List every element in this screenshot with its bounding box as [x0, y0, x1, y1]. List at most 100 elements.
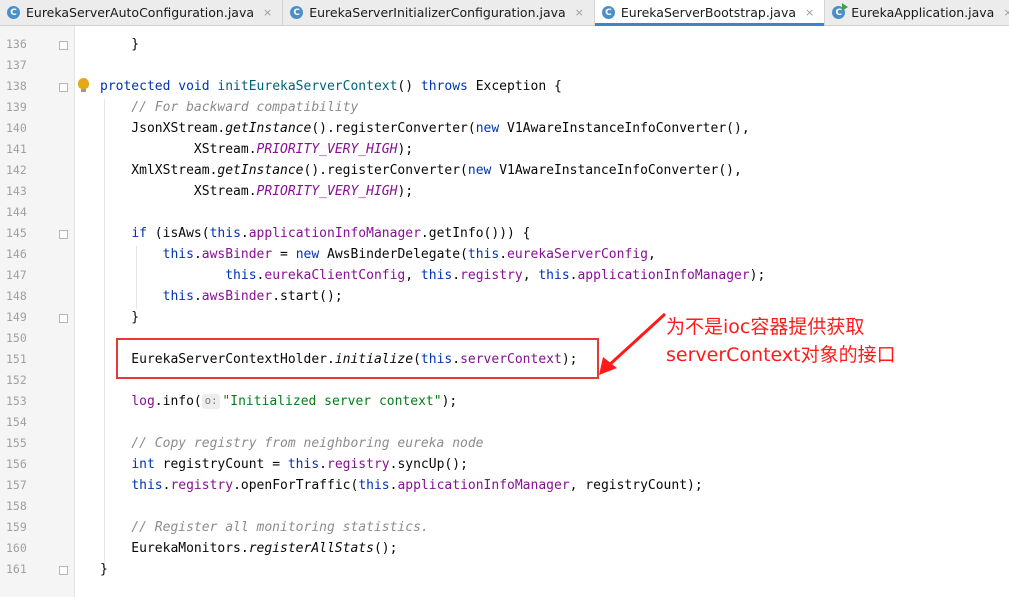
close-tab-icon[interactable]: ×: [805, 6, 814, 19]
code-token: EurekaMonitors.: [100, 541, 249, 556]
code-token: XStream.: [100, 142, 257, 157]
code-token: this: [467, 247, 500, 262]
code-token: // Register all monitoring statistics.: [100, 520, 429, 535]
code-token: if: [131, 226, 155, 241]
line-number: 139: [6, 100, 27, 114]
code-token: applicationInfoManager: [577, 268, 750, 283]
code-line: this.awsBinder.start();: [100, 286, 343, 307]
fold-marker-icon[interactable]: [59, 230, 68, 239]
line-number: 149: [6, 310, 27, 324]
code-token: registerAllStats: [248, 541, 374, 556]
code-token: this: [225, 268, 257, 283]
code-token: ();: [373, 541, 398, 556]
close-tab-icon[interactable]: ×: [263, 6, 272, 19]
code-token: XStream.: [100, 184, 257, 199]
code-token: new: [475, 121, 508, 136]
annotation-text-line1: 为不是ioc容器提供获取: [666, 316, 865, 338]
code-token: this: [209, 226, 241, 241]
code-token: getInstance: [225, 121, 312, 136]
code-token: this: [162, 289, 194, 304]
line-number: 138: [6, 79, 27, 93]
fold-marker-icon[interactable]: [59, 314, 68, 323]
line-number: 151: [6, 352, 27, 366]
editor-tab-bar: C EurekaServerAutoConfiguration.java × C Eur…: [0, 0, 1009, 26]
code-token: protected void: [100, 79, 218, 94]
line-number: 156: [6, 457, 27, 471]
editor-tab[interactable]: C EurekaServerBootstrap.java ×: [594, 0, 826, 26]
code-token: this: [162, 247, 194, 262]
code-token: new: [467, 163, 500, 178]
editor-tab-label: EurekaServerBootstrap.java: [620, 5, 797, 20]
intention-bulb-icon[interactable]: [78, 78, 89, 92]
code-token: eurekaClientConfig: [264, 268, 406, 283]
code-token: }: [100, 310, 140, 325]
line-number: 137: [6, 58, 27, 72]
code-line: log.info(o: "Initialized server context")…: [100, 391, 457, 412]
line-number: 154: [6, 415, 27, 429]
line-number: 141: [6, 142, 27, 156]
line-number: 148: [6, 289, 27, 303]
code-token: );: [749, 268, 766, 283]
code-line: }: [100, 559, 108, 580]
close-tab-icon[interactable]: ×: [1003, 6, 1009, 19]
code-line: // For backward compatibility: [100, 97, 358, 118]
line-number: 159: [6, 520, 27, 534]
annotation-text-line2: serverContext对象的接口: [666, 344, 896, 366]
code-token: .: [193, 289, 202, 304]
code-line: XmlXStream.getInstance().registerConvert…: [100, 160, 742, 181]
code-line: EurekaMonitors.registerAllStats();: [100, 538, 397, 559]
code-line: }: [100, 34, 139, 55]
code-token: new: [295, 247, 328, 262]
code-token: ().registerConverter(: [303, 163, 468, 178]
code-token: ,: [647, 247, 656, 262]
code-token: Exception {: [475, 79, 562, 94]
close-tab-icon[interactable]: ×: [575, 6, 584, 19]
line-number-gutter: 136 137 138 139 140 141 142 143 144 145 146 147 148 1…: [0, 26, 75, 597]
java-run-class-icon: C: [832, 3, 849, 19]
line-number: 152: [6, 373, 27, 387]
code-token: }: [100, 562, 108, 577]
java-class-icon: C: [7, 6, 20, 19]
code-token: (): [397, 79, 421, 94]
code-line: JsonXStream.getInstance().registerConver…: [100, 118, 749, 139]
line-number: 155: [6, 436, 27, 450]
code-token: .: [452, 268, 461, 283]
code-token: .: [499, 247, 508, 262]
code-line: }: [100, 307, 139, 328]
code-token: registry: [170, 478, 234, 493]
code-token: .openForTraffic(: [233, 478, 359, 493]
code-token: .: [193, 247, 202, 262]
code-token: .start();: [272, 289, 343, 304]
code-token: this: [131, 478, 163, 493]
code-token: registryCount =: [162, 457, 288, 472]
line-number: 157: [6, 478, 27, 492]
code-token: // Copy registry from neighboring eureka…: [100, 436, 484, 451]
java-class-icon: C: [601, 6, 615, 19]
code-line: this.registry.openForTraffic(this.applic…: [100, 475, 703, 496]
code-token: , registryCount);: [569, 478, 703, 493]
line-number: 160: [6, 541, 27, 555]
line-number: 158: [6, 499, 27, 513]
fold-marker-icon[interactable]: [59, 41, 68, 50]
code-token: this: [287, 457, 320, 472]
run-marker-icon: [842, 3, 849, 11]
code-token: int: [131, 457, 163, 472]
code-line: this.awsBinder = new AwsBinderDelegate(t…: [100, 244, 656, 265]
code-token: this: [538, 268, 570, 283]
code-editor[interactable]: 136 137 138 139 140 141 142 143 144 145 146 147 148 1…: [0, 26, 1009, 597]
code-token: awsBinder: [201, 247, 273, 262]
fold-marker-icon[interactable]: [59, 83, 68, 92]
code-line: XStream.PRIORITY_VERY_HIGH);: [100, 139, 413, 160]
editor-tab[interactable]: C EurekaApplication.java ×: [825, 0, 1009, 25]
fold-marker-icon[interactable]: [59, 566, 68, 575]
code-token: getInstance: [217, 163, 304, 178]
editor-tab[interactable]: C EurekaServerInitializerConfiguration.ja…: [283, 0, 595, 25]
code-line: if (isAws(this.applicationInfoManager.ge…: [100, 223, 530, 244]
parameter-hint: o:: [201, 394, 221, 409]
line-number: 144: [6, 205, 27, 219]
code-line: // Copy registry from neighboring eureka…: [100, 433, 484, 454]
editor-tab[interactable]: C EurekaServerAutoConfiguration.java ×: [0, 0, 284, 25]
